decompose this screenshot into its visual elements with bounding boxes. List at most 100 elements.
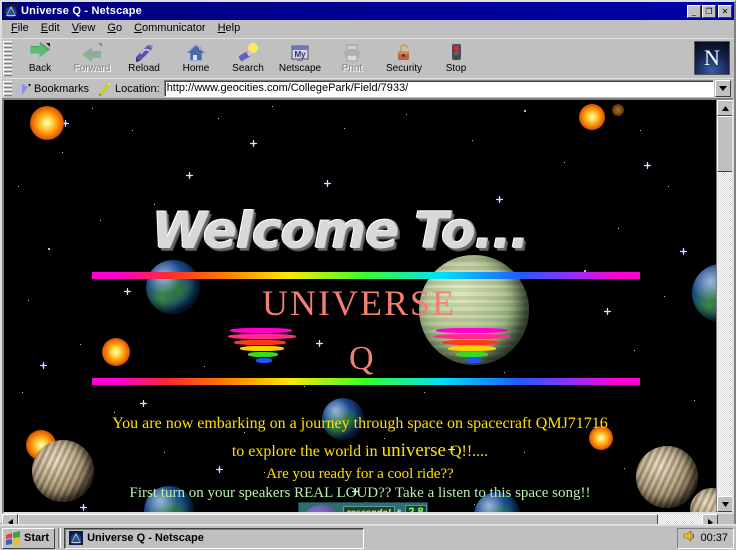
scroll-up-button[interactable]	[717, 100, 732, 116]
earth-planet-sprite	[692, 264, 716, 322]
intro-line-3: Are you ready for a cool ride??	[266, 466, 454, 482]
menu-item-communicator[interactable]: Communicator	[129, 21, 213, 36]
intro-line-2-post: Q!!....	[445, 443, 489, 460]
web-page-canvas: Welcome To... UNIVERSE Q You are now emb…	[4, 100, 716, 512]
taskbar: Start Universe Q - Netscape 00:37	[0, 524, 736, 550]
back-button-label: Back	[28, 63, 52, 74]
forward-button-label: Forward	[73, 63, 111, 74]
intro-line-2-emphasis: universe	[381, 440, 446, 461]
intro-line-2-pre: to explore the world in	[231, 443, 382, 460]
sun-sprite	[612, 104, 624, 116]
chevron-down-icon	[719, 86, 727, 91]
minimize-button[interactable]: _	[687, 4, 701, 18]
toolbar-grip[interactable]	[3, 41, 12, 76]
home-button[interactable]: Home	[170, 40, 222, 75]
menu-bar: File Edit View Go Communicator Help	[2, 20, 734, 38]
crescendo-player[interactable]: Live UPDATE rescendo! s 2.8 ◀◀ ■	[298, 502, 428, 512]
player-version-display: 2.8	[405, 505, 427, 512]
reload-button[interactable]: Reload	[118, 40, 170, 75]
page-quill-icon	[97, 82, 112, 96]
reload-icon	[118, 41, 170, 63]
sun-sprite	[102, 338, 130, 366]
stop-light-icon	[430, 41, 482, 63]
taskbar-item-universe-q[interactable]: Universe Q - Netscape	[64, 527, 365, 549]
my-netscape-icon: My	[274, 41, 326, 63]
search-flashlight-icon	[222, 41, 274, 63]
rainbow-divider	[92, 272, 640, 279]
start-button[interactable]: Start	[2, 527, 56, 549]
url-input[interactable]: http://www.geocities.com/CollegePark/Fie…	[163, 80, 714, 97]
reload-button-label: Reload	[128, 63, 160, 74]
site-title-universe: UNIVERSE	[262, 283, 456, 323]
menu-item-view[interactable]: View	[67, 21, 103, 36]
forward-button[interactable]: Forward	[66, 40, 118, 75]
print-button[interactable]: Print	[326, 40, 378, 75]
menu-item-go[interactable]: Go	[102, 21, 129, 36]
netscape-browser-window: Universe Q - Netscape _ ❐ ✕ File Edit Vi…	[0, 0, 736, 550]
vertical-scroll-track[interactable]	[717, 116, 732, 496]
netscape-app-icon	[4, 4, 18, 18]
taskbar-divider	[58, 528, 62, 548]
player-s-mark: s	[397, 507, 402, 512]
security-button-label: Security	[385, 63, 423, 74]
bookmarks-button[interactable]: Bookmarks	[15, 82, 95, 96]
back-arrow-icon	[14, 41, 66, 63]
window-title: Universe Q - Netscape	[21, 5, 142, 17]
windows-flag-icon	[5, 530, 21, 546]
location-label: Location:	[115, 82, 160, 95]
close-button[interactable]: ✕	[718, 4, 732, 18]
bookmarks-label: Bookmarks	[34, 82, 90, 95]
home-icon	[170, 41, 222, 63]
navigation-toolbar: Back Forward Reload Home Search My Netsc…	[2, 38, 734, 78]
live-update-badge: Live UPDATE	[301, 505, 341, 512]
svg-text:My: My	[294, 50, 306, 59]
forward-arrow-icon	[66, 41, 118, 63]
intro-line-1: You are now embarking on a journey throu…	[112, 415, 608, 432]
bookmark-icon	[15, 82, 31, 96]
toolbar-buttons: Back Forward Reload Home Search My Netsc…	[14, 39, 734, 78]
earth-planet-sprite	[146, 260, 200, 314]
caret-up-icon	[721, 105, 729, 111]
menu-item-file[interactable]: File	[6, 21, 36, 36]
search-button[interactable]: Search	[222, 40, 274, 75]
print-button-label: Print	[341, 63, 363, 74]
netscape-button[interactable]: My Netscape	[274, 40, 326, 75]
sun-sprite	[30, 106, 64, 140]
system-tray: 00:37	[677, 527, 734, 549]
intro-line-4: First turn on your speakers REAL LOUD?? …	[129, 485, 591, 501]
netscape-button-label: Netscape	[278, 63, 322, 74]
volume-icon[interactable]	[683, 529, 696, 547]
rainbow-swoosh-right	[432, 328, 512, 364]
netscape-app-icon	[69, 531, 84, 545]
intro-line-2: to explore the world in universe Q!!....	[4, 440, 716, 462]
menu-item-help[interactable]: Help	[213, 21, 248, 36]
stop-button-label: Stop	[445, 63, 467, 74]
restore-button[interactable]: ❐	[702, 4, 716, 18]
vertical-scrollbar[interactable]	[716, 100, 732, 512]
desktop: Universe Q - Netscape _ ❐ ✕ File Edit Vi…	[0, 0, 736, 550]
caret-down-icon	[721, 501, 729, 507]
title-bar[interactable]: Universe Q - Netscape _ ❐ ✕	[2, 2, 734, 20]
rainbow-swoosh-left	[226, 328, 298, 364]
page-heading: Welcome To...	[152, 202, 529, 260]
menu-item-edit[interactable]: Edit	[36, 21, 67, 36]
security-button[interactable]: Security	[378, 40, 430, 75]
home-button-label: Home	[182, 63, 210, 74]
sun-sprite	[579, 104, 605, 130]
netscape-logo-letter: N	[704, 45, 720, 70]
site-title-q: Q	[349, 340, 374, 377]
taskbar-item-label: Universe Q - Netscape	[87, 532, 204, 544]
rainbow-divider	[92, 378, 640, 385]
window-controls: _ ❐ ✕	[687, 4, 732, 18]
netscape-logo[interactable]: N	[694, 41, 730, 75]
tray-clock: 00:37	[700, 532, 728, 544]
padlock-icon	[378, 41, 430, 63]
back-button[interactable]: Back	[14, 40, 66, 75]
scroll-down-button[interactable]	[717, 496, 732, 512]
url-dropdown-button[interactable]	[715, 80, 731, 97]
printer-icon	[326, 41, 378, 63]
location-bar: Bookmarks Location: http://www.geocities…	[2, 78, 734, 98]
vertical-scroll-thumb[interactable]	[717, 116, 732, 172]
stop-button[interactable]: Stop	[430, 40, 482, 75]
location-bar-grip[interactable]	[3, 80, 12, 97]
